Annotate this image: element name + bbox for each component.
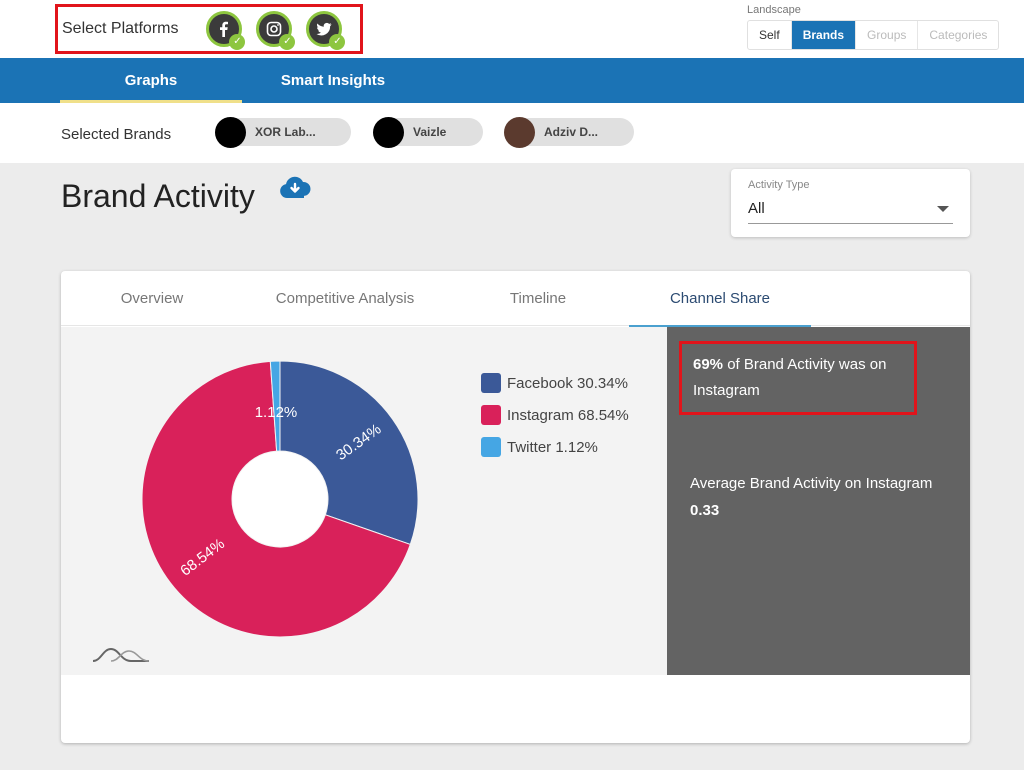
insight-highlight-box: 69% of Brand Activity was on Instagram (679, 341, 917, 415)
twitter-icon (316, 22, 332, 36)
check-icon: ✓ (329, 34, 346, 50)
top-bar: Select Platforms ✓ ✓ ✓ Landscape Self Br… (0, 0, 1024, 58)
activity-type-value: All (748, 200, 765, 217)
legend-label: Twitter 1.12% (507, 438, 598, 456)
platform-instagram-button[interactable]: ✓ (256, 11, 296, 50)
brand-chip[interactable]: Vaizle (373, 117, 483, 148)
main-nav: Graphs Smart Insights (0, 58, 1024, 103)
tab-competitive-analysis[interactable]: Competitive Analysis (251, 271, 439, 326)
distribution-wave-icon (92, 647, 150, 662)
chart-legend: Facebook 30.34% Instagram 68.54% Twitter… (481, 367, 629, 463)
platform-facebook-button[interactable]: ✓ (206, 11, 246, 50)
channel-share-chart: 30.34% 68.54% 1.12% Facebook 30.34% Instag… (61, 327, 667, 675)
brand-avatar (373, 117, 404, 148)
landscape-groups-button[interactable]: Groups (856, 21, 919, 49)
select-underline (748, 223, 953, 224)
activity-type-label: Activity Type (748, 179, 810, 191)
legend-item-facebook[interactable]: Facebook 30.34% (481, 367, 629, 399)
insight-percentage: 69% (693, 356, 724, 373)
legend-swatch (481, 437, 501, 457)
landscape-segmented-control: Self Brands Groups Categories (747, 20, 1000, 50)
platforms-label: Select Platforms (62, 20, 179, 37)
page-title: Brand Activity (61, 178, 255, 214)
legend-swatch (481, 373, 501, 393)
insight-description: of Brand Activity was on Instagram (693, 356, 887, 399)
brand-name: XOR Lab... (255, 125, 316, 139)
brand-activity-card: Overview Competitive Analysis Timeline C… (61, 271, 970, 743)
check-icon: ✓ (279, 34, 296, 50)
brand-chip[interactable]: XOR Lab... (215, 117, 351, 148)
tab-timeline[interactable]: Timeline (481, 271, 595, 326)
selected-brands-label: Selected Brands (61, 126, 172, 143)
landscape-self-button[interactable]: Self (748, 21, 792, 49)
landscape-selector: Landscape Self Brands Groups Categories (747, 4, 1000, 50)
legend-item-twitter[interactable]: Twitter 1.12% (481, 431, 629, 463)
brand-name: Vaizle (413, 125, 447, 139)
selected-brands-bar: Selected Brands XOR Lab... Vaizle Adziv … (0, 103, 1024, 163)
platform-twitter-button[interactable]: ✓ (306, 11, 346, 50)
brand-avatar (504, 117, 535, 148)
nav-tab-smart-insights[interactable]: Smart Insights (272, 58, 394, 103)
donut-chart: 30.34%68.54%1.12% (141, 360, 419, 638)
brand-name: Adziv D... (544, 125, 599, 139)
facebook-icon (220, 21, 229, 37)
chevron-down-icon[interactable] (937, 206, 949, 212)
insight-text: 69% of Brand Activity was on Instagram (693, 352, 913, 404)
brand-chip[interactable]: Adziv D... (504, 117, 634, 148)
platform-selector: Select Platforms ✓ ✓ ✓ (55, 4, 363, 54)
tab-overview[interactable]: Overview (101, 271, 203, 326)
nav-tab-graphs[interactable]: Graphs (60, 58, 242, 103)
average-activity-label: Average Brand Activity on Instagram (690, 475, 933, 492)
average-activity-value: 0.33 (690, 502, 720, 519)
legend-item-instagram[interactable]: Instagram 68.54% (481, 399, 629, 431)
insights-panel: 69% of Brand Activity was on Instagram A… (667, 327, 970, 675)
tab-channel-share[interactable]: Channel Share (629, 271, 811, 327)
brand-avatar (215, 117, 246, 148)
cloud-download-icon[interactable] (278, 176, 312, 200)
landscape-label: Landscape (747, 4, 801, 16)
legend-swatch (481, 405, 501, 425)
check-icon: ✓ (229, 34, 246, 50)
legend-label: Facebook 30.34% (507, 374, 628, 392)
instagram-icon (267, 21, 282, 37)
card-tabs: Overview Competitive Analysis Timeline C… (61, 271, 970, 327)
landscape-brands-button[interactable]: Brands (791, 21, 857, 49)
legend-label: Instagram 68.54% (507, 406, 629, 424)
landscape-categories-button[interactable]: Categories (918, 21, 998, 49)
activity-type-select[interactable]: Activity Type All (731, 169, 970, 237)
donut-label-twitter: 1.12% (255, 404, 298, 421)
